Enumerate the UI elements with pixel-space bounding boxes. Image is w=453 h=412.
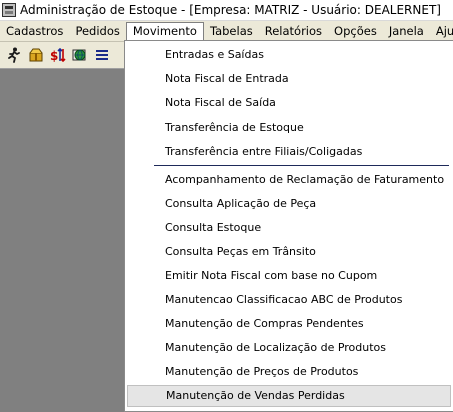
title-bar: Administração de Estoque - [Empresa: MAT… xyxy=(0,0,453,21)
menu-item-precos-produtos[interactable]: Manutenção de Preços de Produtos xyxy=(127,361,451,383)
movimento-dropdown-menu: Entradas e Saídas Nota Fiscal de Entrada… xyxy=(124,40,453,412)
menu-bar: Cadastros Pedidos Movimento Tabelas Rela… xyxy=(0,21,453,42)
list-icon[interactable] xyxy=(93,46,111,64)
menu-separator xyxy=(154,165,449,166)
menu-item-nota-fiscal-saida[interactable]: Nota Fiscal de Saída xyxy=(127,92,451,114)
menu-pedidos[interactable]: Pedidos xyxy=(69,22,125,41)
menu-item-emitir-nota-fiscal-cupom[interactable]: Emitir Nota Fiscal com base no Cupom xyxy=(127,265,451,287)
menu-item-acompanhamento-reclamacao[interactable]: Acompanhamento de Reclamação de Faturame… xyxy=(127,169,451,191)
svg-text:$: $ xyxy=(50,49,58,63)
runner-icon[interactable] xyxy=(5,46,23,64)
menu-item-entradas-saidas[interactable]: Entradas e Saídas xyxy=(127,44,451,66)
menu-item-consulta-estoque[interactable]: Consulta Estoque xyxy=(127,217,451,239)
menu-item-localizacao-produtos[interactable]: Manutenção de Localização de Produtos xyxy=(127,337,451,359)
globe-icon[interactable] xyxy=(71,46,89,64)
menu-tabelas[interactable]: Tabelas xyxy=(204,22,259,41)
menu-item-compras-pendentes[interactable]: Manutenção de Compras Pendentes xyxy=(127,313,451,335)
app-icon[interactable] xyxy=(2,3,16,17)
menu-item-transferencia-filiais[interactable]: Transferência entre Filiais/Coligadas xyxy=(127,141,451,163)
menu-item-vendas-perdidas[interactable]: Manutenção de Vendas Perdidas xyxy=(127,385,451,407)
window-title: Administração de Estoque - [Empresa: MAT… xyxy=(20,3,441,17)
menu-ajuda[interactable]: Ajuda xyxy=(430,22,453,41)
mdi-workspace xyxy=(0,69,126,411)
menu-janela[interactable]: Janela xyxy=(383,22,430,41)
package-icon[interactable] xyxy=(27,46,45,64)
toolbar: $ xyxy=(0,42,126,69)
menu-item-consulta-pecas-transito[interactable]: Consulta Peças em Trânsito xyxy=(127,241,451,263)
menu-item-classificacao-abc[interactable]: Manutencao Classificacao ABC de Produtos xyxy=(127,289,451,311)
menu-cadastros[interactable]: Cadastros xyxy=(0,22,69,41)
menu-item-consulta-aplicacao-peca[interactable]: Consulta Aplicação de Peça xyxy=(127,193,451,215)
menu-opcoes[interactable]: Opções xyxy=(328,22,383,41)
menu-item-transferencia-estoque[interactable]: Transferência de Estoque xyxy=(127,117,451,139)
menu-movimento[interactable]: Movimento xyxy=(125,21,204,41)
menu-item-nota-fiscal-entrada[interactable]: Nota Fiscal de Entrada xyxy=(127,68,451,90)
menu-relatorios[interactable]: Relatórios xyxy=(259,22,328,41)
currency-arrows-icon[interactable]: $ xyxy=(49,46,67,64)
